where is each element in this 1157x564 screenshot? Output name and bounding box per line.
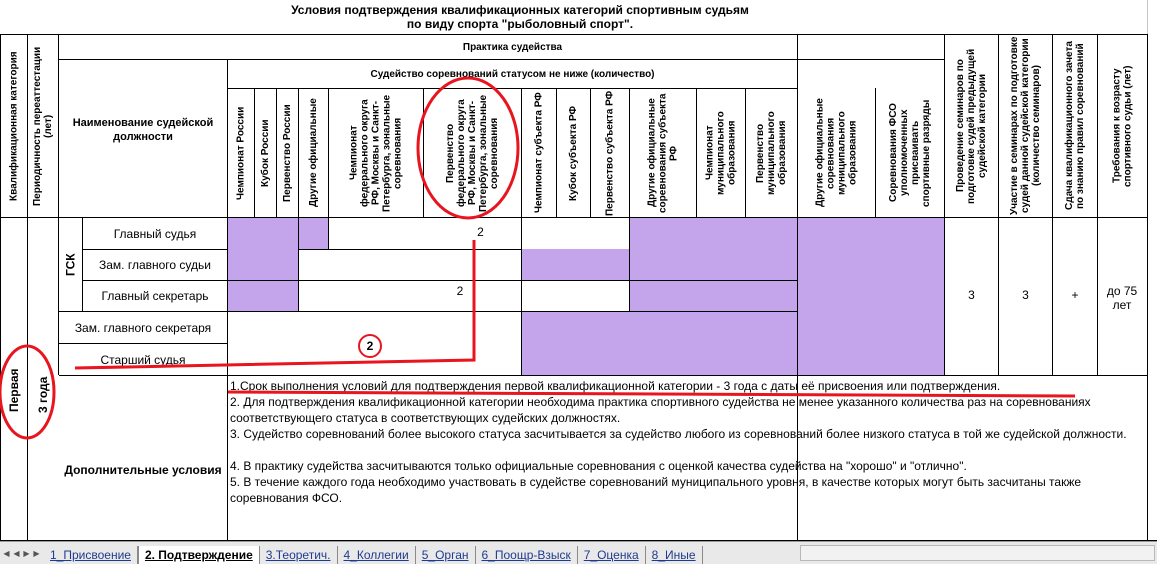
header-seminars-conduct: Проведение семинаров по подготовке судей… <box>955 48 988 204</box>
category-name: Первая <box>7 368 21 412</box>
col-header-10: Другие официальные соревнования субъекта… <box>646 93 680 213</box>
col-header-9: Первенство субъекта РФ <box>604 90 616 216</box>
seminars-participation-value: 3 <box>1022 288 1029 302</box>
row-chief-judge: Главный судья <box>113 226 197 241</box>
row-chief-secretary: Главный секретарь <box>101 289 209 303</box>
additional-conditions-text: 1.Срок выполнения условий для подтвержде… <box>230 378 1135 538</box>
tab-nav-buttons: ◀ ◀ ▶ ▶ <box>2 545 42 561</box>
sheet-tab-organ[interactable]: 5_Орган <box>416 546 476 564</box>
col-header-8: Кубок субъекта РФ <box>568 105 579 201</box>
col-header-1: Чемпионат России <box>235 106 247 200</box>
condition-item-2: 2. Для подтверждения квалификационной ка… <box>230 395 1091 425</box>
annotation-marker-text: 2 <box>366 339 374 353</box>
last-sheet-button[interactable]: ▶ <box>32 545 41 561</box>
sheet-tab-prisvoenie[interactable]: 1_Присвоение <box>44 546 138 564</box>
header-qualification-category: Квалификационная категория <box>8 51 20 201</box>
condition-item-1: 1.Срок выполнения условий для подтвержде… <box>230 379 1001 393</box>
header-position-name: Наименование судейской должности <box>72 117 214 143</box>
practice-value-1: 2 <box>477 225 484 239</box>
additional-conditions-label: Дополнительные условия <box>64 463 222 477</box>
prev-sheet-button[interactable]: ◀ <box>12 545 21 561</box>
title-line-2: по виду спорта "рыболовный спорт". <box>406 17 634 31</box>
col-header-5: Чемпионат федерального округа РФ, Москвы… <box>348 94 404 212</box>
header-age-requirement: Требования к возрасту спортивного судьи … <box>1111 65 1134 187</box>
next-sheet-button[interactable]: ▶ <box>22 545 31 561</box>
sheet-tab-pooshch[interactable]: 6_Поощр-Взыск <box>476 546 578 564</box>
condition-item-5: 5. В течение каждого года необходимо уча… <box>230 475 1082 505</box>
exam-value: + <box>1071 288 1079 302</box>
title-line-1: Условия подтверждения квалификационных к… <box>291 3 749 17</box>
row-deputy-chief-judge: Зам. главного судьи <box>99 258 211 272</box>
col-header-2: Кубок России <box>260 119 271 187</box>
condition-item-4: 4. В практику судейства засчитываются то… <box>230 459 967 473</box>
practice-value-2: 2 <box>456 284 464 298</box>
col-header-6: Первенство федерального округа РФ, Москв… <box>445 94 500 212</box>
col-header-4: Другие официальные <box>308 98 319 208</box>
header-status-not-lower: Судейство соревнований статусом не ниже … <box>370 68 655 80</box>
sheet-tab-inye[interactable]: 8_Иные <box>646 546 703 564</box>
row-senior-judge: Старший судья <box>100 353 186 367</box>
horizontal-scrollbar[interactable] <box>800 545 1155 561</box>
header-qualification-exam: Сдача квалификационного зачета по знанию… <box>1064 41 1086 211</box>
header-seminars-participation: Участие в семинарах по подготовке судей … <box>1009 36 1042 216</box>
condition-item-3: 3. Судейство соревнований более высокого… <box>230 427 1127 441</box>
sheet-tab-kollegii[interactable]: 4_Коллегии <box>338 546 416 564</box>
gsk-label: ГСК <box>63 253 78 276</box>
col-header-7: Чемпионат субъекта РФ <box>533 92 545 214</box>
col-header-11: Чемпионат муниципального образования <box>704 111 738 195</box>
category-period: 3 года <box>36 376 50 414</box>
col-header-13: Другие официальные соревнования муниципа… <box>814 98 859 208</box>
sheet-tab-teoretich[interactable]: 3.Теоретич. <box>260 546 338 564</box>
sheet-tab-podtverzhdenie[interactable]: 2. Подтверждение <box>137 546 260 564</box>
header-judging-practice: Практика судейства <box>462 41 563 53</box>
sheet-tabs: 1_Присвоение 2. Подтверждение 3.Теоретич… <box>44 544 703 564</box>
col-header-12: Первенство муниципального образования <box>755 111 788 195</box>
sheet-tab-ocenka[interactable]: 7_Оценка <box>578 546 646 564</box>
age-value: до 75 лет <box>1106 284 1138 312</box>
first-sheet-button[interactable]: ◀ <box>2 545 11 561</box>
seminars-conduct-value: 3 <box>968 288 975 302</box>
sheet-title: Условия подтверждения квалификационных к… <box>230 0 810 34</box>
col-header-3: Первенство России <box>282 104 293 202</box>
sheet-tab-bar: ◀ ◀ ▶ ▶ 1_Присвоение 2. Подтверждение 3.… <box>0 541 1157 564</box>
row-deputy-chief-secretary: Зам. главного секретаря <box>74 320 212 335</box>
col-header-14: Соревнования ФСО уполномоченных присваив… <box>888 99 932 207</box>
header-recert-period: Периодичность переаттестации (лет) <box>32 46 54 206</box>
